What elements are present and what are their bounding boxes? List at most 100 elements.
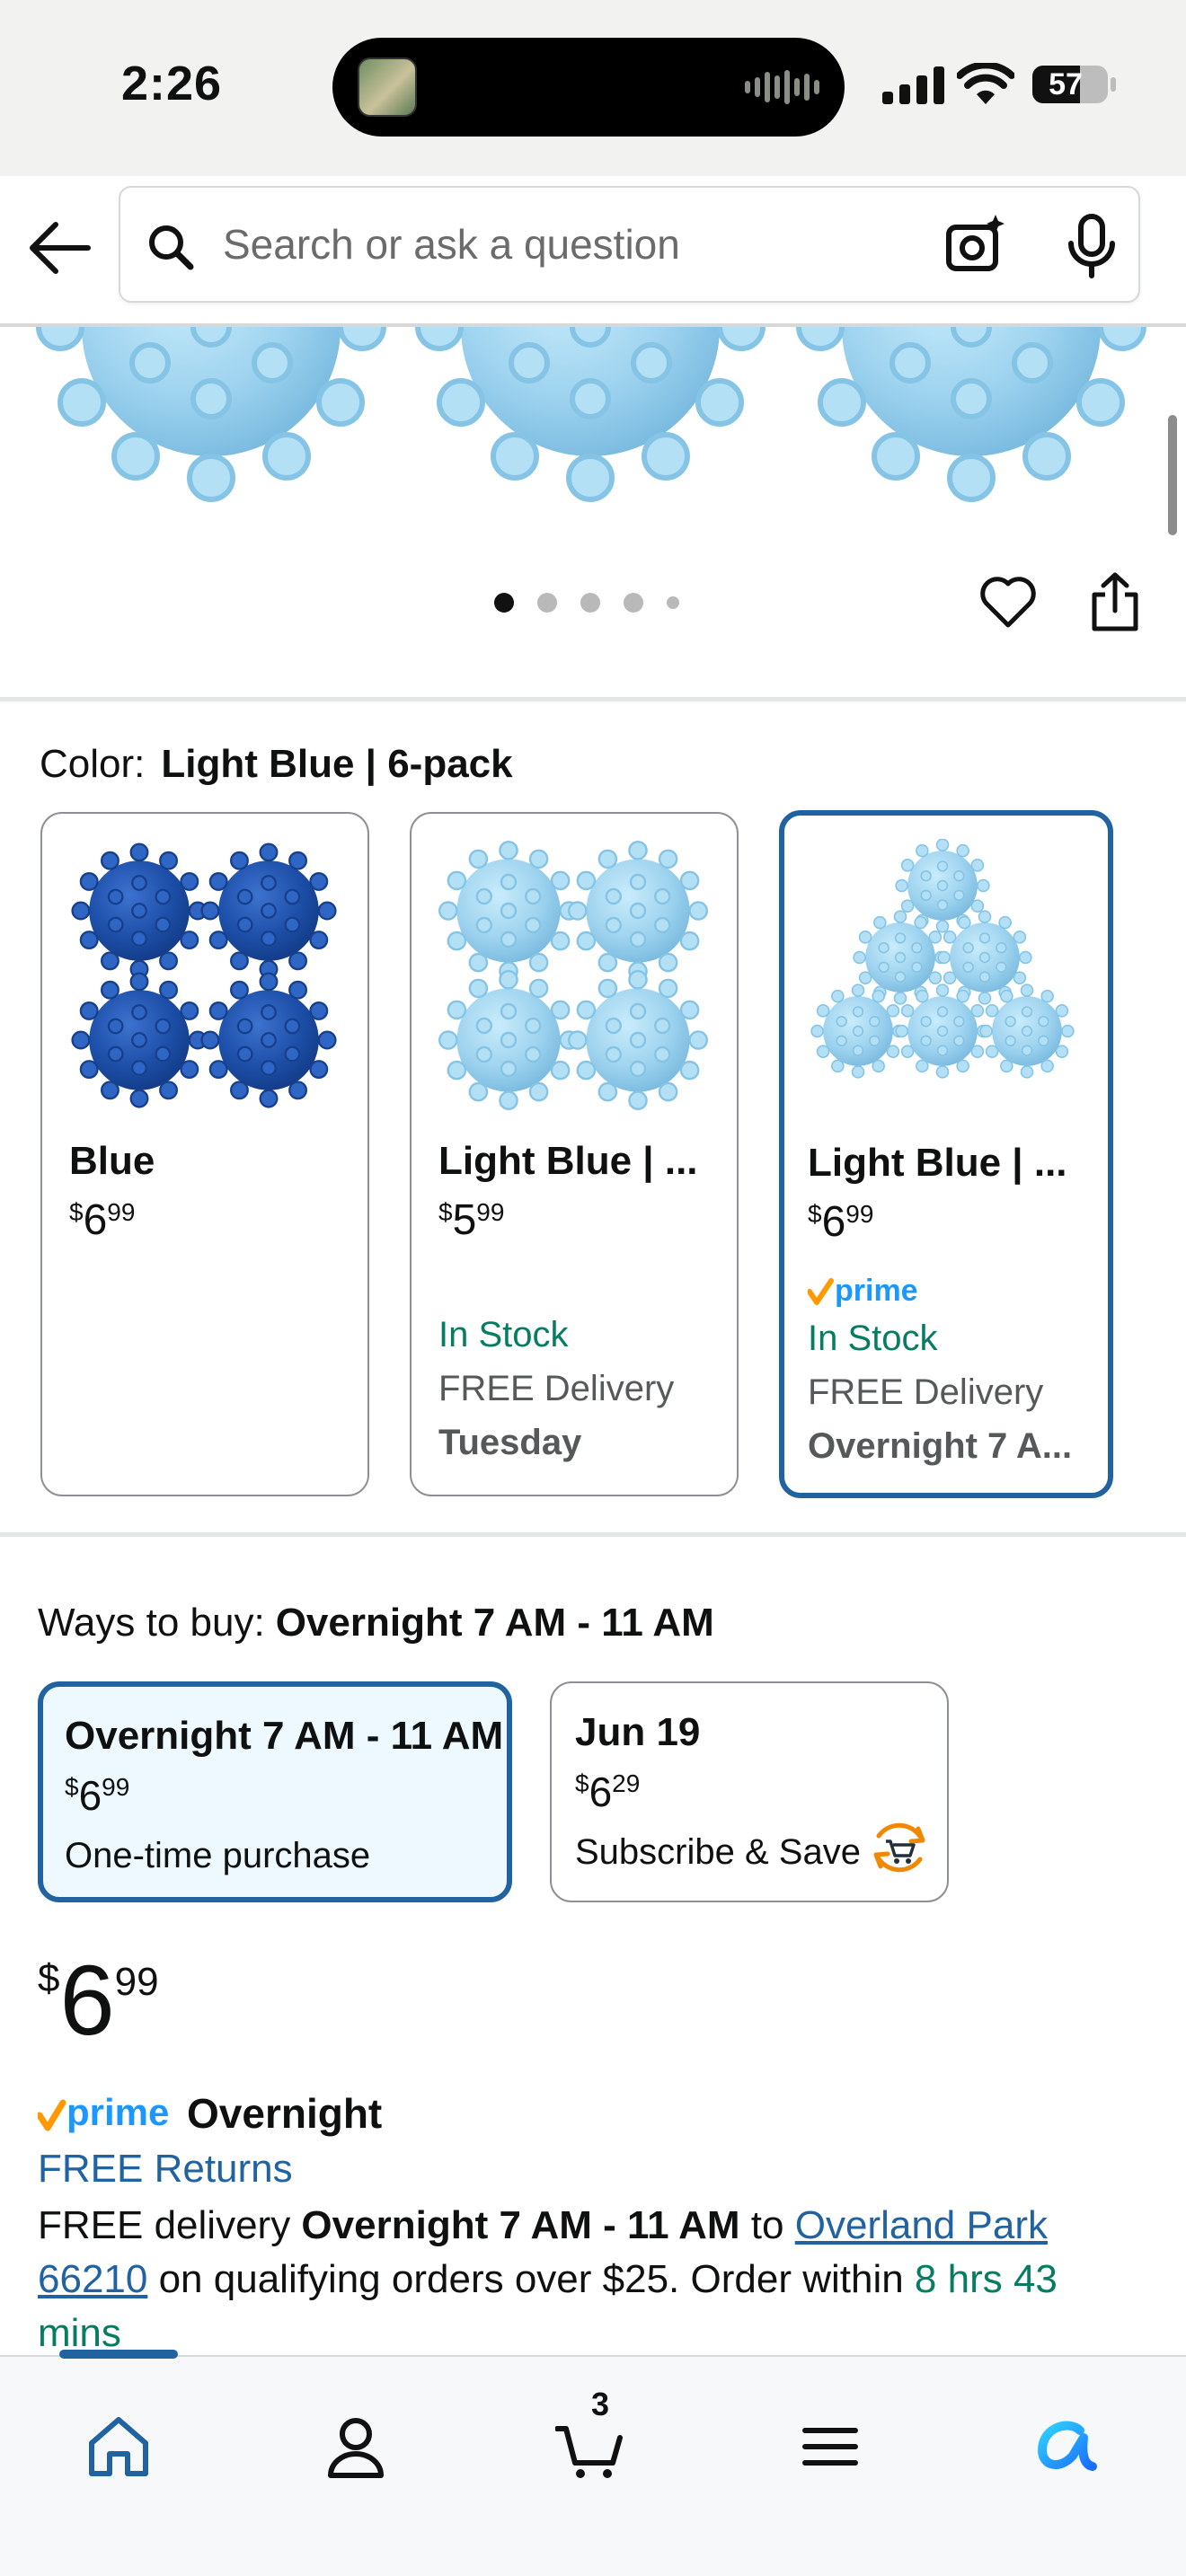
price-whole: 6 (78, 1772, 102, 1819)
cart-count-badge: 3 (590, 2386, 610, 2422)
product-thumbnail-light-blue (438, 841, 708, 1110)
cellular-signal-icon (882, 66, 944, 104)
buy-option-one-time-selected[interactable]: Overnight 7 AM - 11 AM $6 99 One-time pur… (38, 1681, 512, 1902)
carousel-pagination (494, 593, 679, 613)
home-icon[interactable] (83, 2411, 155, 2483)
search-bar[interactable]: Search or ask a question (119, 186, 1140, 303)
delivery-prefix: FREE delivery (38, 2203, 302, 2247)
price-whole: 6 (821, 1198, 846, 1246)
option-name: Blue (69, 1139, 155, 1183)
product-image-carousel[interactable] (0, 327, 1186, 507)
svg-text:prime: prime (66, 2092, 169, 2133)
bottom-navigation: 3 (0, 2350, 1186, 2576)
battery-level: 57 (1049, 67, 1083, 101)
prime-logo-icon: prime (38, 2092, 169, 2133)
color-label: Color: (40, 742, 146, 786)
color-selector-label: Color: Light Blue | 6-pack (40, 742, 513, 787)
search-input[interactable]: Search or ask a question (223, 220, 680, 269)
prime-delivery-badge: prime Overnight (38, 2089, 382, 2138)
delivery-label: FREE Delivery (438, 1369, 675, 1408)
delivery-middle: on qualifying orders over $25. Order wit… (147, 2257, 915, 2301)
option-price: $6 99 (808, 1200, 873, 1245)
color-option-light-blue-4[interactable]: Light Blue | ... $5 99 In Stock FREE Deli… (410, 812, 739, 1496)
back-arrow-icon[interactable] (25, 214, 93, 282)
buy-option-description: One-time purchase (65, 1836, 371, 1875)
color-selected-value: Light Blue | 6-pack (161, 742, 513, 786)
option-name: Light Blue | ... (808, 1141, 1067, 1185)
carousel-dot[interactable] (580, 593, 600, 613)
heart-icon[interactable] (979, 575, 1037, 629)
status-bar: 2:26 57 Search or ask a question (0, 0, 1186, 303)
search-icon (149, 225, 194, 270)
color-option-blue[interactable]: Blue $6 99 (40, 812, 369, 1496)
status-time: 2:26 (121, 57, 223, 110)
rufus-icon[interactable] (1030, 2411, 1102, 2483)
price-currency: $ (69, 1198, 84, 1226)
price-fraction: 99 (476, 1198, 505, 1226)
main-price: $6 99 (38, 1951, 159, 2051)
option-name: Light Blue | ... (438, 1139, 698, 1183)
section-divider (0, 697, 1186, 701)
price-currency: $ (38, 1956, 60, 2000)
price-currency: $ (438, 1198, 453, 1226)
price-currency: $ (575, 1769, 589, 1797)
subscribe-save-icon (873, 1822, 925, 1873)
delivery-message: FREE delivery Overnight 7 AM - 11 AM to … (38, 2199, 1152, 2360)
stock-status: In Stock (438, 1315, 569, 1354)
option-price: $6 99 (69, 1198, 135, 1243)
active-tab-indicator (59, 2350, 178, 2359)
account-icon[interactable] (320, 2411, 392, 2483)
delivery-day: Overnight 7 A... (808, 1426, 1073, 1466)
price-whole: 6 (589, 1769, 613, 1815)
wifi-icon (957, 63, 1014, 104)
option-price: $5 99 (438, 1198, 504, 1243)
product-thumbnail-light-blue-pyramid (810, 839, 1075, 1079)
delivery-day: Tuesday (438, 1423, 582, 1462)
carousel-dot[interactable] (537, 593, 557, 613)
audio-wave-icon (745, 68, 819, 106)
ways-to-buy-label: Ways to buy: Overnight 7 AM - 11 AM (38, 1601, 714, 1645)
product-image-ball (27, 327, 395, 507)
prime-delivery-type: Overnight (187, 2090, 383, 2137)
buy-option-description: Subscribe & Save (575, 1832, 861, 1872)
now-playing-app-icon (358, 57, 417, 117)
product-image-ball (406, 327, 774, 507)
section-divider (0, 1532, 1186, 1537)
price-whole: 6 (83, 1196, 108, 1244)
price-currency: $ (808, 1200, 822, 1228)
delivery-window: Overnight 7 AM - 11 AM (301, 2203, 740, 2247)
price-whole: 5 (452, 1196, 477, 1244)
buy-option-price: $6 29 (575, 1769, 640, 1814)
prime-logo-icon: prime (808, 1274, 918, 1308)
delivery-label: FREE Delivery (808, 1372, 1044, 1412)
delivery-to: to (739, 2203, 795, 2247)
dynamic-island (332, 38, 845, 137)
menu-icon[interactable] (794, 2411, 866, 2483)
buy-option-title: Jun 19 (575, 1710, 701, 1754)
price-currency: $ (65, 1773, 79, 1801)
svg-text:prime: prime (835, 1274, 918, 1308)
buy-option-subscribe-save[interactable]: Jun 19 $6 29 Subscribe & Save (550, 1681, 949, 1902)
price-fraction: 99 (107, 1198, 136, 1226)
microphone-icon[interactable] (1066, 213, 1118, 279)
price-fraction: 99 (114, 1960, 159, 2004)
free-returns-link[interactable]: FREE Returns (38, 2147, 293, 2192)
buy-option-title: Overnight 7 AM - 11 AM (65, 1714, 504, 1758)
ways-label: Ways to buy: (38, 1601, 265, 1645)
scrollbar[interactable] (1168, 415, 1177, 535)
camera-search-icon[interactable] (943, 213, 1008, 278)
carousel-dot-active[interactable] (494, 593, 514, 613)
share-icon[interactable] (1089, 571, 1141, 632)
ways-selected-value: Overnight 7 AM - 11 AM (275, 1601, 714, 1645)
carousel-dot[interactable] (667, 596, 679, 609)
product-thumbnail-blue (71, 842, 337, 1108)
carousel-dot[interactable] (624, 593, 643, 613)
buy-option-price: $6 99 (65, 1773, 129, 1818)
price-fraction: 29 (612, 1769, 641, 1797)
color-option-light-blue-6-selected[interactable]: Light Blue | ... $6 99 prime In Stock FRE… (779, 810, 1113, 1498)
product-image-ball (787, 327, 1155, 507)
price-fraction: 99 (845, 1200, 874, 1228)
price-fraction: 99 (102, 1773, 130, 1801)
stock-status: In Stock (808, 1319, 938, 1358)
price-whole: 6 (59, 1945, 115, 2056)
